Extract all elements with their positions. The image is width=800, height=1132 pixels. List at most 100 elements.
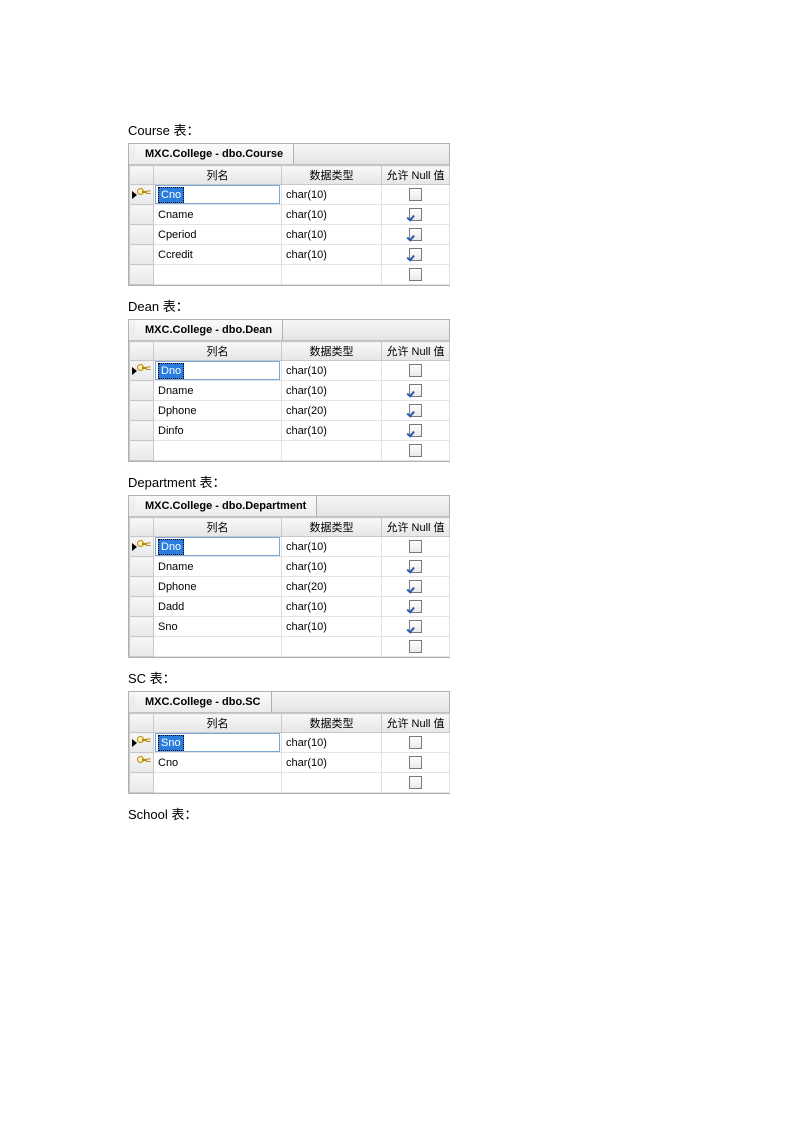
table-row[interactable]: Dphonechar(20) [130,401,450,421]
data-type-cell[interactable]: char(10) [282,225,382,245]
column-name-cell[interactable] [154,441,282,461]
row-gutter[interactable] [130,225,154,245]
header-name[interactable]: 列名 [154,342,282,361]
table-row[interactable]: Dphonechar(20) [130,577,450,597]
table-row[interactable] [130,773,450,793]
row-gutter[interactable] [130,577,154,597]
data-type-cell[interactable]: char(10) [282,617,382,637]
allow-null-cell[interactable] [382,265,450,285]
allow-null-cell[interactable] [382,225,450,245]
table-row[interactable]: Dnamechar(10) [130,557,450,577]
data-type-cell[interactable] [282,637,382,657]
name-editor[interactable]: Dno [155,361,280,380]
allow-null-cell[interactable] [382,537,450,557]
header-null[interactable]: 允许 Null 值 [382,714,450,733]
header-name[interactable]: 列名 [154,518,282,537]
column-name-cell[interactable]: Dadd [154,597,282,617]
allow-null-cell[interactable] [382,185,450,205]
allow-null-cell[interactable] [382,617,450,637]
checkbox-icon[interactable] [409,404,422,417]
allow-null-cell[interactable] [382,557,450,577]
column-name-cell[interactable]: Ccredit [154,245,282,265]
allow-null-cell[interactable] [382,421,450,441]
column-name-cell[interactable] [154,773,282,793]
row-gutter[interactable] [130,537,154,557]
header-name[interactable]: 列名 [154,714,282,733]
column-name-cell[interactable]: Dno [154,537,282,557]
data-type-cell[interactable] [282,773,382,793]
data-type-cell[interactable]: char(20) [282,577,382,597]
table-row[interactable]: Cnochar(10) [130,185,450,205]
checkbox-icon[interactable] [409,444,422,457]
data-type-cell[interactable]: char(10) [282,557,382,577]
data-type-cell[interactable]: char(10) [282,205,382,225]
header-type[interactable]: 数据类型 [282,714,382,733]
column-name-cell[interactable]: Dphone [154,401,282,421]
row-gutter[interactable] [130,245,154,265]
row-gutter[interactable] [130,381,154,401]
checkbox-icon[interactable] [409,640,422,653]
table-row[interactable]: Dnochar(10) [130,537,450,557]
table-row[interactable]: Daddchar(10) [130,597,450,617]
row-gutter[interactable] [130,205,154,225]
table-row[interactable]: Snochar(10) [130,733,450,753]
checkbox-icon[interactable] [409,600,422,613]
header-null[interactable]: 允许 Null 值 [382,518,450,537]
allow-null-cell[interactable] [382,733,450,753]
checkbox-icon[interactable] [409,248,422,261]
row-gutter[interactable] [130,753,154,773]
row-gutter[interactable] [130,421,154,441]
checkbox-icon[interactable] [409,620,422,633]
table-row[interactable]: Snochar(10) [130,617,450,637]
table-row[interactable] [130,441,450,461]
row-gutter[interactable] [130,265,154,285]
table-row[interactable]: Dinfochar(10) [130,421,450,441]
allow-null-cell[interactable] [382,245,450,265]
header-type[interactable]: 数据类型 [282,166,382,185]
allow-null-cell[interactable] [382,773,450,793]
data-type-cell[interactable]: char(10) [282,733,382,753]
checkbox-icon[interactable] [409,268,422,281]
checkbox-icon[interactable] [409,580,422,593]
column-name-cell[interactable]: Cno [154,753,282,773]
data-type-cell[interactable]: char(10) [282,753,382,773]
column-name-cell[interactable]: Sno [154,733,282,753]
column-name-cell[interactable]: Sno [154,617,282,637]
table-row[interactable]: Dnochar(10) [130,361,450,381]
allow-null-cell[interactable] [382,401,450,421]
allow-null-cell[interactable] [382,597,450,617]
column-name-cell[interactable]: Dno [154,361,282,381]
header-null[interactable]: 允许 Null 值 [382,342,450,361]
row-gutter[interactable] [130,401,154,421]
data-type-cell[interactable] [282,265,382,285]
column-name-cell[interactable]: Dname [154,381,282,401]
column-name-cell[interactable]: Dinfo [154,421,282,441]
data-type-cell[interactable] [282,441,382,461]
name-editor[interactable]: Dno [155,537,280,556]
table-row[interactable]: Dnamechar(10) [130,381,450,401]
data-type-cell[interactable]: char(10) [282,245,382,265]
data-type-cell[interactable]: char(10) [282,537,382,557]
checkbox-icon[interactable] [409,228,422,241]
column-name-cell[interactable]: Cno [154,185,282,205]
tab[interactable]: MXC.College - dbo.SC [135,692,272,712]
column-name-cell[interactable]: Dname [154,557,282,577]
checkbox-icon[interactable] [409,560,422,573]
row-gutter[interactable] [130,557,154,577]
header-type[interactable]: 数据类型 [282,518,382,537]
checkbox-icon[interactable] [409,364,422,377]
table-row[interactable]: Ccreditchar(10) [130,245,450,265]
allow-null-cell[interactable] [382,753,450,773]
row-gutter[interactable] [130,617,154,637]
allow-null-cell[interactable] [382,441,450,461]
header-null[interactable]: 允许 Null 值 [382,166,450,185]
tab[interactable]: MXC.College - dbo.Dean [135,320,283,340]
name-editor[interactable]: Cno [155,185,280,204]
allow-null-cell[interactable] [382,381,450,401]
column-name-cell[interactable]: Cname [154,205,282,225]
table-row[interactable]: Cperiodchar(10) [130,225,450,245]
checkbox-icon[interactable] [409,540,422,553]
table-row[interactable] [130,637,450,657]
name-editor[interactable]: Sno [155,733,280,752]
allow-null-cell[interactable] [382,361,450,381]
